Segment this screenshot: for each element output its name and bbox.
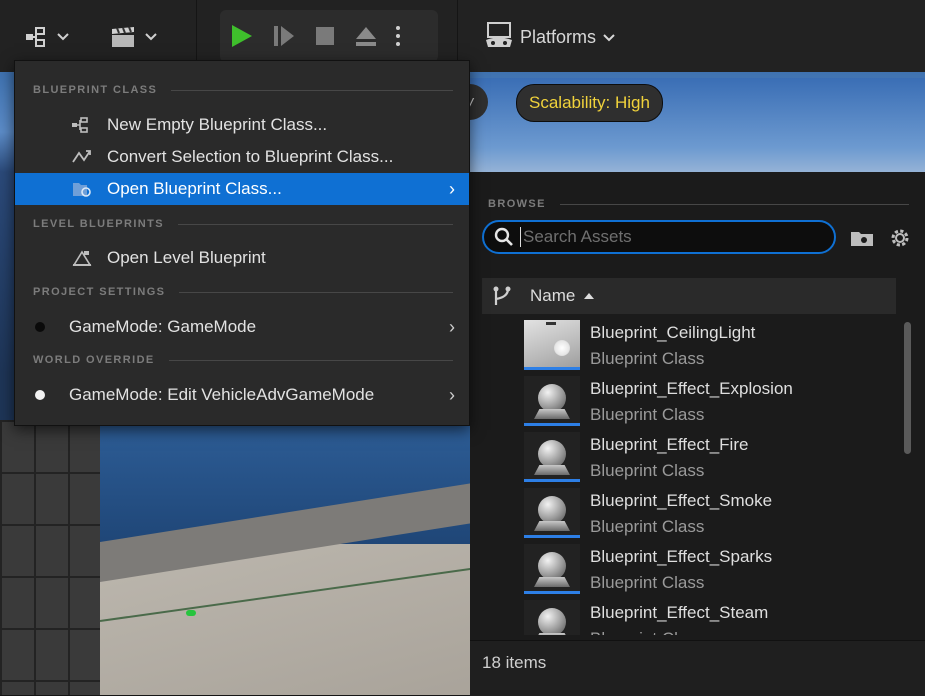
play-controls bbox=[220, 10, 438, 62]
asset-name: Blueprint_Effect_Smoke bbox=[590, 491, 773, 510]
asset-thumbnail bbox=[524, 600, 580, 635]
chevron-right-icon: › bbox=[449, 316, 455, 337]
asset-type: Blueprint Class bbox=[590, 349, 705, 368]
asset-thumbnail bbox=[524, 544, 580, 594]
menu-item-label: Open Level Blueprint bbox=[107, 248, 266, 267]
text-caret bbox=[520, 227, 521, 247]
play-icon[interactable] bbox=[228, 23, 254, 49]
bullet-icon bbox=[35, 322, 45, 332]
bullet-icon bbox=[35, 390, 45, 400]
section-divider bbox=[179, 291, 453, 293]
asset-type: Blueprint Class bbox=[590, 517, 705, 536]
asset-type: Blueprint Class bbox=[590, 573, 705, 592]
section-divider bbox=[171, 89, 453, 91]
list-item[interactable]: Blueprint_Effect_Sparks Blueprint Class bbox=[520, 541, 902, 597]
scalability-pill[interactable]: Scalability: High bbox=[516, 84, 663, 122]
section-header-level-blueprints: LEVEL BLUEPRINTS bbox=[15, 214, 469, 234]
blueprint-dropdown-menu: BLUEPRINT CLASS New Empty Blueprint Clas… bbox=[14, 60, 470, 426]
stop-icon[interactable] bbox=[314, 25, 336, 47]
blueprint-class-icon bbox=[71, 117, 93, 133]
menu-item-label: Convert Selection to Blueprint Class... bbox=[107, 147, 394, 166]
browse-section-header: BROWSE bbox=[470, 194, 925, 214]
chevron-right-icon: › bbox=[449, 178, 455, 199]
asset-name: Blueprint_Effect_Explosion bbox=[590, 379, 793, 398]
blueprint-menu-icon bbox=[26, 26, 52, 48]
menu-item-label: GameMode: GameMode bbox=[69, 317, 257, 336]
search-input[interactable]: Search Assets bbox=[482, 220, 836, 254]
section-label: BLUEPRINT CLASS bbox=[33, 84, 158, 96]
section-label: PROJECT SETTINGS bbox=[33, 286, 166, 298]
section-divider bbox=[559, 203, 909, 205]
gear-icon[interactable] bbox=[888, 226, 912, 255]
asset-name: Blueprint_Effect_Fire bbox=[590, 435, 749, 454]
asset-list[interactable]: Blueprint_CeilingLight Blueprint Class B… bbox=[520, 317, 902, 635]
section-divider bbox=[178, 223, 453, 225]
list-item[interactable]: Blueprint_Effect_Fire Blueprint Class bbox=[520, 429, 902, 485]
list-item[interactable]: Blueprint_Effect_Explosion Blueprint Cla… bbox=[520, 373, 902, 429]
asset-type: Blueprint Class bbox=[590, 405, 705, 424]
list-item[interactable]: Blueprint_CeilingLight Blueprint Class bbox=[520, 317, 902, 373]
menu-item-convert-selection[interactable]: Convert Selection to Blueprint Class... bbox=[15, 141, 469, 173]
section-label: WORLD OVERRIDE bbox=[33, 354, 155, 366]
section-divider bbox=[168, 359, 453, 361]
source-control-icon[interactable] bbox=[492, 285, 512, 307]
section-label: LEVEL BLUEPRINTS bbox=[33, 218, 164, 230]
cinematics-icon bbox=[110, 25, 138, 49]
search-icon bbox=[494, 227, 514, 247]
asset-name: Blueprint_Effect_Sparks bbox=[590, 547, 773, 566]
menu-item-new-empty-blueprint-class[interactable]: New Empty Blueprint Class... bbox=[15, 109, 469, 141]
content-browser-panel: BROWSE Search Assets Name Blueprint_Ceil… bbox=[470, 172, 925, 696]
asset-type: Blueprint Class bbox=[590, 629, 704, 635]
cinematics-button[interactable] bbox=[110, 10, 158, 64]
section-header-world-override: WORLD OVERRIDE bbox=[15, 350, 469, 370]
menu-item-gamemode-project[interactable]: GameMode: GameMode › bbox=[15, 311, 469, 343]
folder-view-icon[interactable] bbox=[850, 228, 874, 253]
list-item[interactable]: Blueprint_Effect_Steam Blueprint Class bbox=[520, 597, 902, 635]
blueprint-menu-button[interactable] bbox=[26, 10, 70, 64]
asset-thumbnail bbox=[524, 376, 580, 426]
section-header-project-settings: PROJECT SETTINGS bbox=[15, 282, 469, 302]
platforms-label: Platforms bbox=[520, 26, 597, 47]
eject-icon[interactable] bbox=[354, 24, 378, 48]
list-item[interactable]: Blueprint_Effect_Smoke Blueprint Class bbox=[520, 485, 902, 541]
platforms-icon bbox=[484, 21, 514, 53]
menu-item-label: Open Blueprint Class... bbox=[107, 179, 282, 198]
menu-item-gamemode-world[interactable]: GameMode: Edit VehicleAdvGameMode › bbox=[15, 379, 469, 411]
menu-item-label: GameMode: Edit VehicleAdvGameMode bbox=[69, 385, 375, 404]
viewport-grid-wall bbox=[0, 420, 100, 695]
level-blueprint-icon bbox=[71, 249, 93, 267]
viewport-marker bbox=[186, 610, 196, 616]
asset-name: Blueprint_Effect_Steam bbox=[590, 603, 769, 622]
sort-ascending-icon[interactable] bbox=[583, 292, 595, 300]
chevron-down-icon bbox=[144, 32, 158, 42]
section-header-blueprint-class: BLUEPRINT CLASS bbox=[15, 80, 469, 100]
viewport-sky bbox=[440, 78, 925, 178]
folder-blueprint-icon bbox=[71, 180, 93, 198]
platforms-button[interactable]: Platforms bbox=[484, 10, 616, 64]
convert-icon bbox=[71, 149, 93, 165]
more-options-icon[interactable] bbox=[396, 26, 400, 46]
menu-item-open-level-blueprint[interactable]: Open Level Blueprint bbox=[15, 242, 469, 274]
browse-section-label: BROWSE bbox=[488, 198, 546, 210]
chevron-down-icon bbox=[602, 27, 616, 48]
asset-name: Blueprint_CeilingLight bbox=[590, 323, 756, 342]
asset-thumbnail bbox=[524, 488, 580, 538]
asset-thumbnail bbox=[524, 432, 580, 482]
asset-list-scrollbar[interactable] bbox=[904, 322, 911, 454]
asset-type: Blueprint Class bbox=[590, 461, 705, 480]
advance-frame-icon[interactable] bbox=[272, 24, 296, 48]
chevron-down-icon bbox=[56, 32, 70, 42]
item-count: 18 items bbox=[482, 653, 547, 672]
menu-item-open-blueprint-class[interactable]: Open Blueprint Class... › bbox=[15, 173, 469, 205]
asset-thumbnail bbox=[524, 320, 580, 370]
column-header-row: Name bbox=[482, 278, 896, 314]
chevron-right-icon: › bbox=[449, 384, 455, 405]
search-placeholder: Search Assets bbox=[523, 227, 632, 246]
column-header-name[interactable]: Name bbox=[530, 286, 575, 306]
content-browser-footer: 18 items bbox=[470, 640, 925, 696]
menu-item-label: New Empty Blueprint Class... bbox=[107, 115, 328, 134]
